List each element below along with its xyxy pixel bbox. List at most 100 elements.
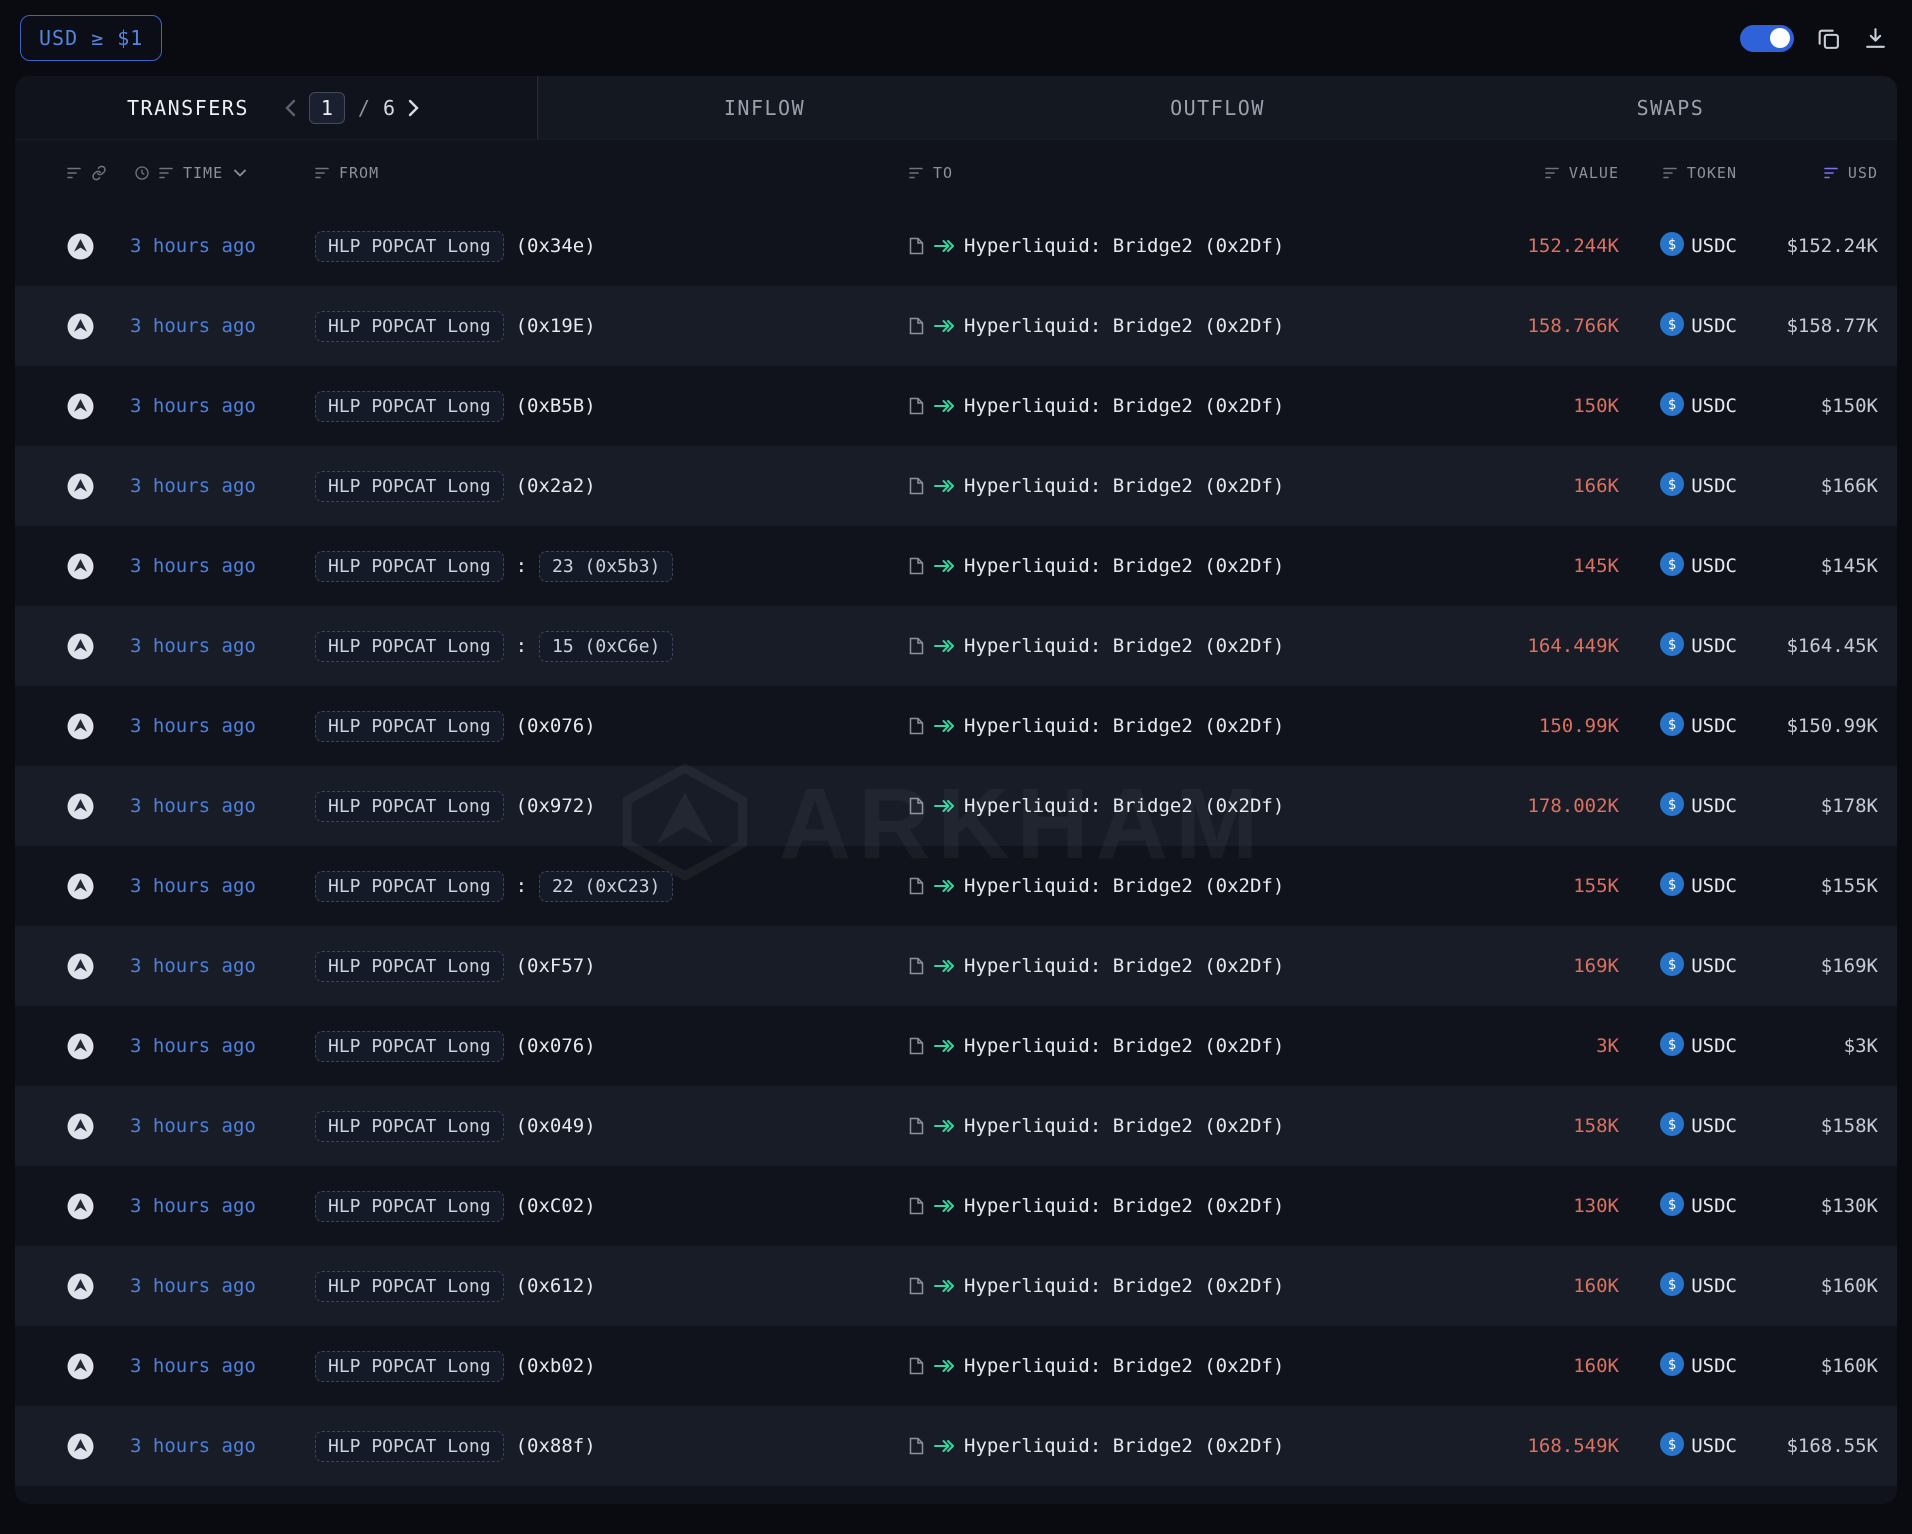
to-address-link[interactable]: Hyperliquid: Bridge2 (0x2Df) <box>964 235 1284 257</box>
tab-outflow[interactable]: OUTFLOW <box>991 76 1444 139</box>
download-icon[interactable] <box>1863 26 1888 51</box>
entity-avatar-icon[interactable] <box>67 1273 94 1300</box>
document-icon[interactable] <box>909 957 924 975</box>
to-address-link[interactable]: Hyperliquid: Bridge2 (0x2Df) <box>964 1275 1284 1297</box>
time-link[interactable]: 3 hours ago <box>130 1115 256 1137</box>
from-entity-tag[interactable]: HLP POPCAT Long <box>315 1191 504 1222</box>
token-symbol[interactable]: USDC <box>1691 235 1737 257</box>
document-icon[interactable] <box>909 397 924 415</box>
document-icon[interactable] <box>909 1437 924 1455</box>
from-entity-tag[interactable]: HLP POPCAT Long <box>315 551 504 582</box>
to-address-link[interactable]: Hyperliquid: Bridge2 (0x2Df) <box>964 555 1284 577</box>
value-amount[interactable]: 164.449K <box>1527 635 1619 657</box>
token-symbol[interactable]: USDC <box>1691 475 1737 497</box>
value-amount[interactable]: 158.766K <box>1527 315 1619 337</box>
token-symbol[interactable]: USDC <box>1691 1355 1737 1377</box>
value-amount[interactable]: 3K <box>1596 1035 1619 1057</box>
token-symbol[interactable]: USDC <box>1691 875 1737 897</box>
filter-icon-active[interactable] <box>1824 167 1839 179</box>
from-subaccount-tag[interactable]: 22 (0xC23) <box>539 871 673 902</box>
entity-avatar-icon[interactable] <box>67 713 94 740</box>
value-amount[interactable]: 155K <box>1573 875 1619 897</box>
from-address[interactable]: (0xF57) <box>516 955 596 977</box>
value-amount[interactable]: 150.99K <box>1539 715 1619 737</box>
column-header-time[interactable]: TIME <box>130 164 315 182</box>
value-amount[interactable]: 130K <box>1573 1195 1619 1217</box>
to-address-link[interactable]: Hyperliquid: Bridge2 (0x2Df) <box>964 315 1284 337</box>
document-icon[interactable] <box>909 1357 924 1375</box>
from-entity-tag[interactable]: HLP POPCAT Long <box>315 231 504 262</box>
value-amount[interactable]: 158K <box>1573 1115 1619 1137</box>
to-address-link[interactable]: Hyperliquid: Bridge2 (0x2Df) <box>964 875 1284 897</box>
time-link[interactable]: 3 hours ago <box>130 1275 256 1297</box>
time-link[interactable]: 3 hours ago <box>130 1355 256 1377</box>
token-symbol[interactable]: USDC <box>1691 1195 1737 1217</box>
tab-inflow[interactable]: INFLOW <box>538 76 991 139</box>
token-symbol[interactable]: USDC <box>1691 1115 1737 1137</box>
document-icon[interactable] <box>909 717 924 735</box>
from-address[interactable]: (0x972) <box>516 795 596 817</box>
document-icon[interactable] <box>909 477 924 495</box>
time-link[interactable]: 3 hours ago <box>130 635 256 657</box>
from-entity-tag[interactable]: HLP POPCAT Long <box>315 1031 504 1062</box>
link-icon[interactable] <box>91 165 107 181</box>
pagination-prev-icon[interactable] <box>285 99 296 117</box>
from-entity-tag[interactable]: HLP POPCAT Long <box>315 1351 504 1382</box>
token-symbol[interactable]: USDC <box>1691 795 1737 817</box>
value-amount[interactable]: 168.549K <box>1527 1435 1619 1457</box>
time-link[interactable]: 3 hours ago <box>130 1195 256 1217</box>
from-entity-tag[interactable]: HLP POPCAT Long <box>315 791 504 822</box>
token-symbol[interactable]: USDC <box>1691 715 1737 737</box>
to-address-link[interactable]: Hyperliquid: Bridge2 (0x2Df) <box>964 1195 1284 1217</box>
from-entity-tag[interactable]: HLP POPCAT Long <box>315 471 504 502</box>
pagination-next-icon[interactable] <box>408 99 419 117</box>
filter-icon[interactable] <box>1545 167 1560 179</box>
document-icon[interactable] <box>909 877 924 895</box>
token-symbol[interactable]: USDC <box>1691 1035 1737 1057</box>
column-header-to[interactable]: TO <box>909 164 1394 182</box>
to-address-link[interactable]: Hyperliquid: Bridge2 (0x2Df) <box>964 395 1284 417</box>
document-icon[interactable] <box>909 637 924 655</box>
from-entity-tag[interactable]: HLP POPCAT Long <box>315 1111 504 1142</box>
document-icon[interactable] <box>909 237 924 255</box>
entity-avatar-icon[interactable] <box>67 1353 94 1380</box>
entity-avatar-icon[interactable] <box>67 873 94 900</box>
from-address[interactable]: (0x076) <box>516 715 596 737</box>
copy-icon[interactable] <box>1816 26 1841 51</box>
from-address[interactable]: (0x34e) <box>516 235 596 257</box>
value-amount[interactable]: 145K <box>1573 555 1619 577</box>
value-amount[interactable]: 160K <box>1573 1275 1619 1297</box>
token-symbol[interactable]: USDC <box>1691 635 1737 657</box>
column-header-value[interactable]: VALUE <box>1394 164 1619 182</box>
entity-avatar-icon[interactable] <box>67 233 94 260</box>
filter-icon[interactable] <box>159 167 174 179</box>
from-entity-tag[interactable]: HLP POPCAT Long <box>315 1431 504 1462</box>
from-address[interactable]: (0x88f) <box>516 1435 596 1457</box>
from-address[interactable]: (0xb02) <box>516 1355 596 1377</box>
from-address[interactable]: (0x076) <box>516 1035 596 1057</box>
filter-icon[interactable] <box>909 167 924 179</box>
time-link[interactable]: 3 hours ago <box>130 875 256 897</box>
from-subaccount-tag[interactable]: 23 (0x5b3) <box>539 551 673 582</box>
from-address[interactable]: (0x2a2) <box>516 475 596 497</box>
document-icon[interactable] <box>909 1197 924 1215</box>
token-symbol[interactable]: USDC <box>1691 395 1737 417</box>
from-entity-tag[interactable]: HLP POPCAT Long <box>315 391 504 422</box>
tab-transfers[interactable]: TRANSFERS <box>127 96 249 120</box>
document-icon[interactable] <box>909 557 924 575</box>
entity-avatar-icon[interactable] <box>67 1113 94 1140</box>
usd-threshold-filter-chip[interactable]: USD ≥ $1 <box>20 15 162 61</box>
filter-icon[interactable] <box>1663 167 1678 179</box>
document-icon[interactable] <box>909 1037 924 1055</box>
entity-avatar-icon[interactable] <box>67 473 94 500</box>
from-entity-tag[interactable]: HLP POPCAT Long <box>315 1271 504 1302</box>
column-header-usd[interactable]: USD <box>1737 164 1878 182</box>
token-symbol[interactable]: USDC <box>1691 955 1737 977</box>
entity-avatar-icon[interactable] <box>67 393 94 420</box>
time-link[interactable]: 3 hours ago <box>130 1035 256 1057</box>
usd-display-toggle[interactable] <box>1740 25 1794 52</box>
token-symbol[interactable]: USDC <box>1691 1275 1737 1297</box>
entity-avatar-icon[interactable] <box>67 793 94 820</box>
from-entity-tag[interactable]: HLP POPCAT Long <box>315 311 504 342</box>
time-link[interactable]: 3 hours ago <box>130 555 256 577</box>
